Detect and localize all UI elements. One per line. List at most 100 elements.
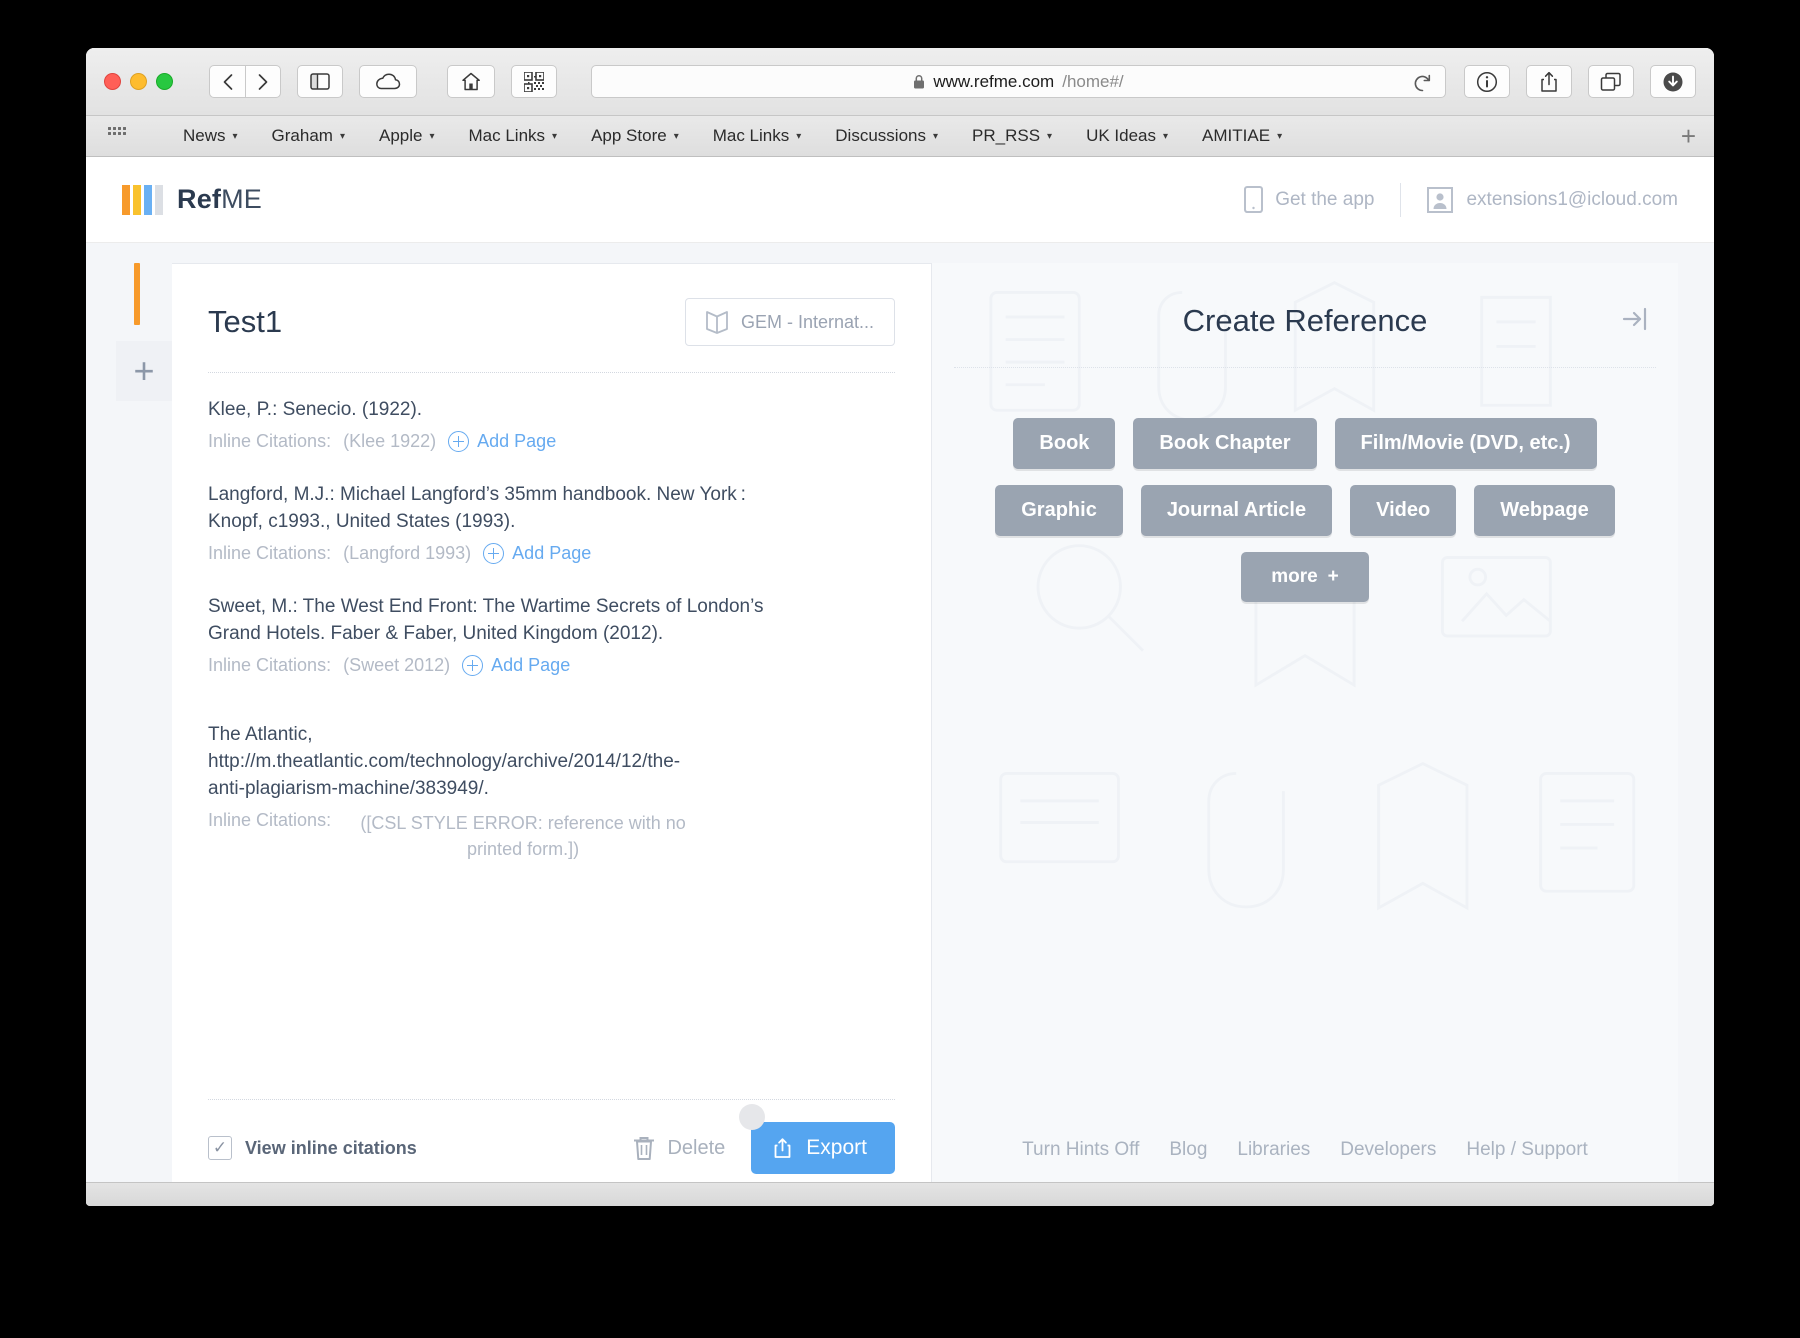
add-project-button[interactable]: + bbox=[116, 341, 172, 401]
citation-item[interactable]: Klee, P.: Senecio. (1922). Inline Citati… bbox=[208, 397, 895, 452]
header-right: Get the app extensions1@icloud.com bbox=[1244, 182, 1678, 217]
qr-code-button[interactable] bbox=[511, 65, 557, 98]
account-link[interactable]: extensions1@icloud.com bbox=[1427, 186, 1678, 213]
more-reference-types-button[interactable]: more + bbox=[1241, 552, 1369, 602]
checkbox-icon[interactable]: ✓ bbox=[208, 1136, 232, 1160]
bookmark-amitiae[interactable]: AMITIAE ▾ bbox=[1202, 126, 1282, 146]
add-page-button[interactable]: Add Page bbox=[483, 542, 591, 564]
project-header: Test1 GEM - Internat... bbox=[208, 264, 895, 373]
downloads-button[interactable] bbox=[1650, 65, 1696, 98]
inline-citations-label: Inline Citations: bbox=[208, 430, 332, 451]
footer-link-blog[interactable]: Blog bbox=[1169, 1139, 1207, 1161]
sidebar-toggle-button[interactable] bbox=[297, 65, 343, 98]
chevron-down-icon: ▾ bbox=[552, 130, 558, 142]
share-export-icon bbox=[774, 1138, 791, 1158]
maximize-window-button[interactable] bbox=[156, 73, 173, 90]
icloud-tabs-icon bbox=[376, 73, 401, 90]
citation-style-value: GEM - Internat... bbox=[740, 311, 874, 332]
bookmark-mac-links-1[interactable]: Mac Links ▾ bbox=[469, 126, 558, 146]
avatar-icon bbox=[1427, 186, 1454, 213]
window-bottom-bar bbox=[86, 1182, 1714, 1206]
reload-icon bbox=[1414, 74, 1430, 91]
reference-type-webpage[interactable]: Webpage bbox=[1474, 485, 1615, 536]
collapse-panel-icon bbox=[1622, 307, 1647, 331]
bookmark-uk-ideas[interactable]: UK Ideas ▾ bbox=[1086, 126, 1168, 146]
icloud-tabs-button[interactable] bbox=[359, 65, 417, 98]
refme-logo[interactable]: RefME bbox=[122, 184, 262, 215]
citation-item[interactable]: The Atlantic, http://m.theatlantic.com/t… bbox=[208, 722, 895, 862]
view-inline-citations-toggle[interactable]: ✓ View inline citations bbox=[208, 1136, 417, 1160]
bookmark-label: App Store bbox=[591, 126, 667, 145]
add-page-button[interactable]: Add Page bbox=[462, 654, 570, 676]
bookmark-pr-rss[interactable]: PR_RSS ▾ bbox=[972, 126, 1052, 146]
plus-circle-icon bbox=[483, 542, 505, 564]
get-app-label: Get the app bbox=[1275, 188, 1375, 210]
view-inline-citations-label: View inline citations bbox=[245, 1137, 417, 1158]
mobile-phone-icon bbox=[1244, 186, 1264, 213]
reference-type-book[interactable]: Book bbox=[1013, 418, 1116, 469]
share-button[interactable] bbox=[1526, 65, 1572, 98]
address-bar[interactable]: www.refme.com/home#/ bbox=[591, 65, 1446, 98]
close-window-button[interactable] bbox=[104, 73, 121, 90]
add-page-button[interactable]: Add Page bbox=[448, 430, 557, 452]
page-title[interactable]: Test1 bbox=[208, 304, 282, 340]
citation-style-select[interactable]: GEM - Internat... bbox=[684, 298, 895, 346]
chevron-down-icon: ▾ bbox=[1163, 130, 1169, 142]
home-button[interactable] bbox=[447, 65, 495, 98]
forward-button[interactable] bbox=[245, 65, 281, 98]
logo-me: ME bbox=[221, 184, 263, 214]
minimize-window-button[interactable] bbox=[130, 73, 147, 90]
get-the-app-link[interactable]: Get the app bbox=[1244, 186, 1374, 213]
inline-citations-label: Inline Citations: bbox=[208, 654, 332, 675]
collapse-panel-button[interactable] bbox=[1622, 307, 1648, 336]
bookmarks-grid-icon[interactable] bbox=[108, 127, 126, 145]
bookmark-label: Graham bbox=[271, 126, 333, 145]
citation-text: Langford, M.J.: Michael Langford’s 35mm … bbox=[208, 483, 746, 532]
reference-type-video[interactable]: Video bbox=[1350, 485, 1457, 536]
create-reference-title: Create Reference bbox=[1182, 303, 1428, 338]
bookmark-mac-links-2[interactable]: Mac Links ▾ bbox=[713, 126, 802, 146]
bookmark-label: Apple bbox=[379, 126, 423, 145]
bookmark-graham[interactable]: Graham ▾ bbox=[272, 126, 345, 146]
citation-item[interactable]: Langford, M.J.: Michael Langford’s 35mm … bbox=[208, 482, 895, 564]
export-label: Export bbox=[806, 1136, 867, 1159]
create-reference-panel: Create Reference Book Book Chapter Film/… bbox=[932, 263, 1678, 1205]
chevron-down-icon: ▾ bbox=[796, 130, 802, 142]
show-tabs-button[interactable] bbox=[1588, 65, 1634, 98]
back-chevron-icon bbox=[223, 73, 232, 90]
footer-link-developers[interactable]: Developers bbox=[1340, 1139, 1436, 1161]
inline-citations-label: Inline Citations: bbox=[208, 809, 332, 830]
header-divider bbox=[1400, 182, 1402, 217]
bookmark-app-store[interactable]: App Store ▾ bbox=[591, 126, 679, 146]
site-header: RefME Get the app extensions1@icloud.com bbox=[86, 157, 1714, 243]
reload-button[interactable] bbox=[1409, 70, 1435, 96]
citation-item[interactable]: Sweet, M.: The West End Front: The Warti… bbox=[208, 594, 895, 676]
inline-citation-value: (Klee 1922) bbox=[343, 430, 437, 451]
lock-icon bbox=[914, 74, 925, 88]
logo-text: RefME bbox=[177, 184, 262, 215]
reference-type-journal-article[interactable]: Journal Article bbox=[1140, 485, 1333, 536]
bookmark-label: AMITIAE bbox=[1202, 126, 1271, 145]
project-rail: + bbox=[116, 263, 172, 1205]
reader-info-button[interactable] bbox=[1464, 65, 1510, 98]
chevron-down-icon: ▾ bbox=[232, 130, 238, 142]
bookmark-discussions[interactable]: Discussions ▾ bbox=[835, 126, 938, 146]
reference-type-graphic[interactable]: Graphic bbox=[995, 485, 1123, 536]
reference-type-book-chapter[interactable]: Book Chapter bbox=[1133, 418, 1317, 469]
export-button[interactable]: Export bbox=[739, 1104, 895, 1174]
project-card: Test1 GEM - Internat... Klee, P.: Seneci… bbox=[172, 263, 932, 1205]
bookmark-label: UK Ideas bbox=[1086, 126, 1157, 145]
window-controls bbox=[104, 73, 173, 90]
footer-link-libraries[interactable]: Libraries bbox=[1237, 1139, 1310, 1161]
inline-citations-label: Inline Citations: bbox=[208, 542, 332, 563]
back-button[interactable] bbox=[209, 65, 245, 98]
bookmark-news[interactable]: News ▾ bbox=[183, 126, 238, 146]
add-page-label: Add Page bbox=[477, 430, 557, 451]
bookmark-apple[interactable]: Apple ▾ bbox=[379, 126, 435, 146]
footer-link-turn-hints-off[interactable]: Turn Hints Off bbox=[1022, 1139, 1139, 1161]
reference-type-film-movie[interactable]: Film/Movie (DVD, etc.) bbox=[1334, 418, 1597, 469]
delete-button[interactable]: Delete bbox=[633, 1136, 725, 1161]
new-tab-button[interactable]: + bbox=[1681, 123, 1696, 149]
footer-link-help-support[interactable]: Help / Support bbox=[1466, 1139, 1587, 1161]
citation-inline-row: Inline Citations: ([CSL STYLE ERROR: ref… bbox=[208, 810, 895, 862]
